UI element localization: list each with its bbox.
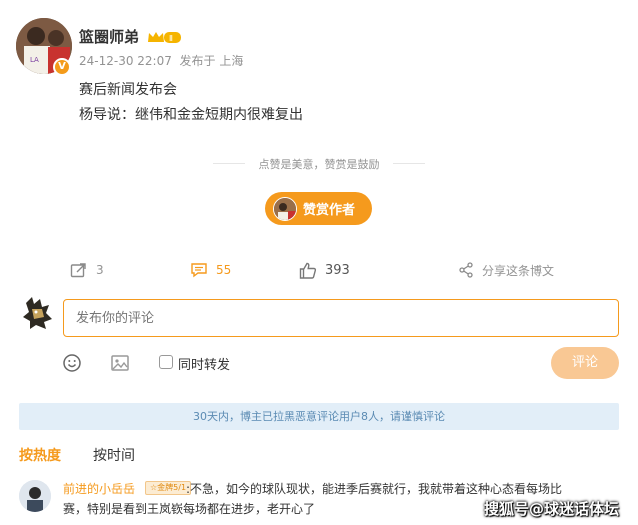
fan-level-badge: ☆金牌5/1 (145, 481, 192, 495)
divider-right (393, 163, 425, 164)
verified-badge-icon: V (53, 58, 71, 76)
source-watermark: 搜狐号@球迷话体坛 (484, 500, 620, 518)
share-button[interactable]: 分享这条博文 (458, 260, 554, 280)
like-count: 393 (325, 262, 350, 278)
repost-button[interactable]: 3 (70, 260, 104, 280)
post-timestamp: 24-12-30 22:07 (79, 54, 172, 68)
post-location: 发布于 上海 (179, 54, 244, 68)
post-text-line-1: 赛后新闻发布会 (79, 82, 177, 98)
like-button[interactable]: 393 (299, 260, 350, 280)
author-name[interactable]: 篮圈师弟 (79, 26, 139, 47)
comment-text-line-2: 赛，特别是看到王岚嵚每场都在进步，老开心了 (63, 502, 316, 516)
repost-checkbox[interactable] (159, 355, 173, 369)
tab-sort-by-hot[interactable]: 按热度 (19, 445, 61, 465)
comment-text-line-1: :不急，如今的球队现状，能进季后赛就行，我就带着这种心态看每场比 (186, 482, 563, 496)
current-user-avatar[interactable] (22, 295, 54, 331)
repost-icon (70, 263, 86, 278)
thumbs-up-icon (299, 262, 317, 279)
commenter-name[interactable]: 前进的小岳岳 (63, 480, 135, 497)
reward-button-label: 赞赏作者 (303, 203, 356, 218)
comment-icon (191, 263, 207, 278)
share-icon (459, 262, 473, 278)
repost-checkbox-label[interactable]: 同时转发 (178, 354, 230, 373)
post-text-line-2: 杨导说：继伟和金金短期内很难复出 (79, 107, 303, 123)
svg-text:Ⅱ: Ⅱ (169, 34, 173, 43)
post-meta: 24-12-30 22:07 发布于 上海 (79, 52, 243, 69)
comment-input[interactable] (63, 299, 619, 337)
comment-button[interactable]: 55 (190, 260, 231, 280)
image-upload-icon[interactable] (110, 353, 130, 373)
emoji-icon[interactable] (62, 353, 82, 373)
share-label: 分享这条博文 (482, 263, 555, 278)
svg-text:LA: LA (30, 56, 39, 64)
comment-count: 55 (216, 263, 232, 277)
reward-author-button[interactable]: 赞赏作者 (265, 192, 372, 225)
commenter-avatar[interactable] (19, 480, 51, 512)
tab-sort-by-time[interactable]: 按时间 (93, 445, 135, 465)
block-notice: 30天内，博主已拉黑恶意评论用户8人，请谨慎评论 (19, 403, 619, 430)
reward-divider-text: 点赞是美意，赞赏是鼓励 (258, 158, 380, 171)
reward-avatar-icon (273, 196, 297, 221)
repost-count: 3 (96, 263, 104, 277)
vip-crown-icon: Ⅱ (146, 29, 182, 45)
submit-comment-button[interactable]: 评论 (551, 347, 619, 379)
